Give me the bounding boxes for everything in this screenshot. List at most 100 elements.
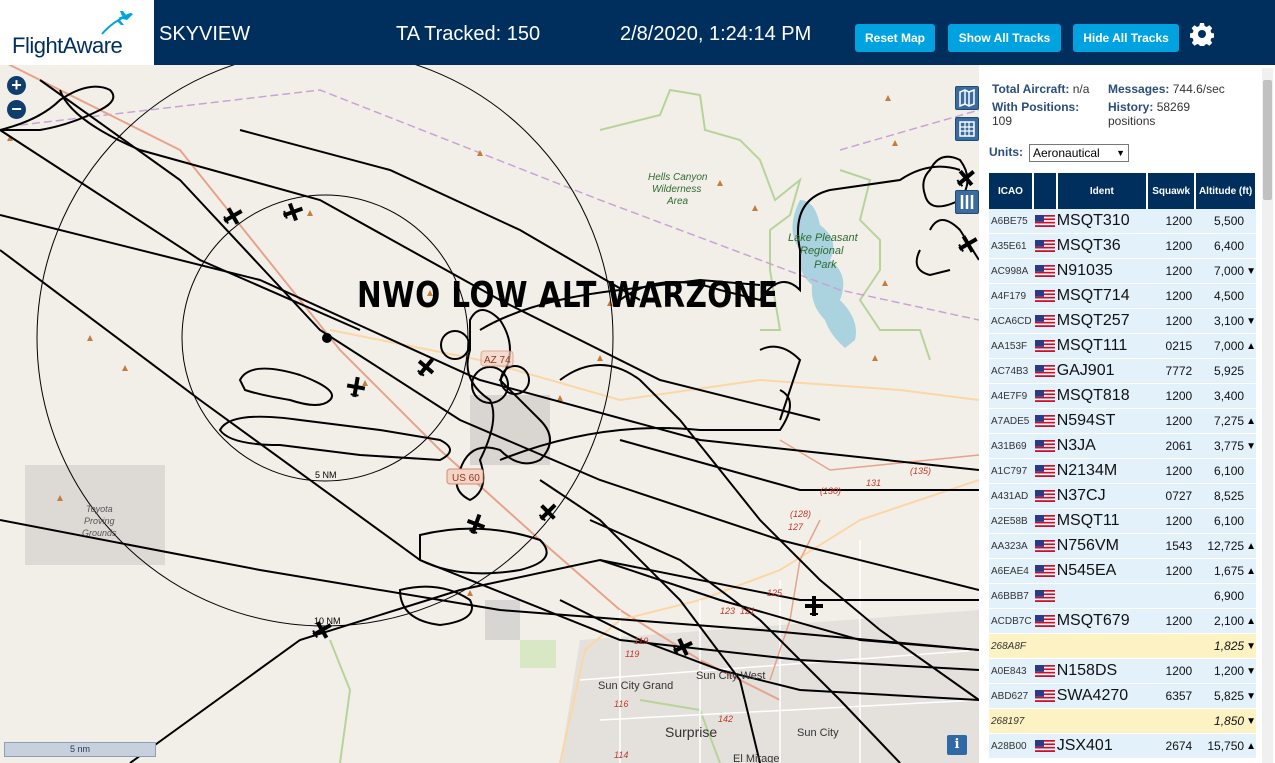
climb-indicator-icon: ▲ [1246,558,1256,584]
flag-cell [1032,458,1057,484]
squawk-cell: 0215 [1147,333,1196,359]
aircraft-row[interactable]: ACDB7C MSQT679 1200 2,100 ▲ [989,608,1256,634]
show-all-tracks-button[interactable]: Show All Tracks [948,24,1061,52]
icao-cell: ABD627 [989,683,1033,709]
app-name: SKYVIEW [159,23,251,45]
us-flag-icon [1034,739,1055,752]
climb-indicator-icon: ▼ [1246,708,1256,734]
hide-all-tracks-button[interactable]: Hide All Tracks [1073,24,1179,52]
map-view[interactable]: Hells Canyon Wilderness Area Lake Pleasa… [0,65,979,763]
climb-indicator-icon: ▲ [1246,333,1256,359]
climb-indicator-icon: ▼ [1246,683,1256,709]
aircraft-row[interactable]: A6EAE4 N545EA 1200 1,675 ▲ [989,558,1256,584]
icao-cell: AA153F [989,333,1033,359]
icao-cell: A4F179 [989,283,1033,309]
ident-cell: MSQT257 [1056,308,1148,334]
climb-indicator-icon: ▼ [1246,658,1256,684]
aircraft-row[interactable]: A4E7F9 MSQT818 1200 3,400 [989,383,1256,409]
flag-cell [1032,408,1057,434]
ident-cell: MSQT310 [1056,209,1148,234]
aircraft-row[interactable]: A35E61 MSQT36 1200 6,400 [989,233,1256,259]
ident-cell: MSQT111 [1056,333,1148,359]
icao-cell: A431AD [989,483,1033,509]
road-label: 127 [788,522,804,532]
squawk-cell: 1200 [1147,233,1196,259]
ident-cell: MSQT36 [1056,233,1148,259]
ident-cell: MSQT679 [1056,608,1148,634]
flag-cell [1032,733,1057,759]
aircraft-row[interactable]: A7ADE5 N594ST 1200 7,275 ▲ [989,408,1256,434]
aircraft-row[interactable]: AA323A N756VM 1543 12,725 ▲ [989,533,1256,559]
zoom-out-button[interactable]: − [7,100,26,119]
info-icon[interactable]: i [947,735,967,755]
aircraft-row[interactable]: 268A8F 1,825 ▼ [989,633,1256,659]
chevron-down-icon: ▼ [1116,148,1125,158]
aircraft-row[interactable]: A431AD N37CJ 0727 8,525 [989,483,1256,509]
history-label: History: [1108,100,1154,114]
aircraft-row[interactable]: AC998A N91035 1200 7,000 ▼ [989,258,1256,284]
icao-cell: AC74B3 [989,358,1033,384]
road-label: 123 [720,606,735,616]
total-aircraft: Total Aircraft: n/a [992,82,1089,96]
aircraft-row[interactable]: 268197 1,850 ▼ [989,708,1256,734]
squawk-cell: 1200 [1147,608,1196,634]
aircraft-row[interactable]: A28B00 JSX401 2674 15,750 ▲ [989,733,1256,759]
grid-icon[interactable] [955,117,979,141]
icao-cell: A4E7F9 [989,383,1033,409]
ident-cell: N91035 [1056,258,1148,284]
reset-map-button[interactable]: Reset Map [855,24,935,52]
aircraft-row[interactable]: A2E58B MSQT11 1200 6,100 [989,508,1256,534]
us-flag-icon [1034,289,1055,302]
current-datetime: 2/8/2020, 1:24:14 PM [620,23,812,45]
units-select[interactable]: Aeronautical ▼ [1029,144,1129,162]
altitude-cell: 6,400 [1195,233,1247,259]
ident-cell [1056,633,1148,659]
map-label-lake: Lake Pleasant [788,232,859,244]
aircraft-row[interactable]: A6BE75 MSQT310 1200 5,500 [989,209,1256,234]
ident-cell: GAJ901 [1056,358,1148,384]
squawk-cell: 1200 [1147,258,1196,284]
altitude-cell: 7,275 [1195,408,1247,434]
gear-icon[interactable] [1190,22,1214,46]
columns-icon[interactable] [955,190,979,214]
column-header-icao[interactable]: ICAO [989,173,1034,209]
aircraft-row[interactable]: A31B69 N3JA 2061 3,775 ▼ [989,433,1256,459]
aircraft-row[interactable]: A1C797 N2134M 1200 6,100 [989,458,1256,484]
column-header-altitude[interactable]: Altitude (ft) [1195,173,1257,209]
flag-cell [1032,433,1057,459]
altitude-cell: 1,200 [1195,658,1247,684]
us-flag-icon [1034,364,1055,377]
aircraft-row[interactable]: A0E843 N158DS 1200 1,200 ▼ [989,658,1256,684]
us-flag-icon [1034,339,1055,352]
aircraft-row[interactable]: ACA6CD MSQT257 1200 3,100 ▼ [989,308,1256,334]
map-canvas[interactable]: Hells Canyon Wilderness Area Lake Pleasa… [0,65,979,763]
squawk-cell: 1200 [1147,508,1196,534]
aircraft-row[interactable]: ABD627 SWA4270 6357 5,825 ▼ [989,683,1256,709]
altitude-cell: 5,500 [1195,209,1247,234]
flightaware-logo[interactable]: FlightAware [0,0,154,65]
zoom-in-button[interactable]: + [7,76,26,95]
us-flag-icon [1034,439,1055,452]
squawk-cell: 1200 [1147,383,1196,409]
icao-cell: A6EAE4 [989,558,1033,584]
aircraft-row[interactable]: A4F179 MSQT714 1200 4,500 [989,283,1256,309]
aircraft-row[interactable]: A6BBB7 6,900 [989,583,1256,609]
aircraft-row[interactable]: AA153F MSQT111 0215 7,000 ▲ [989,333,1256,359]
squawk-cell: 1200 [1147,283,1196,309]
icao-cell: A6BBB7 [989,583,1033,609]
flag-cell [1032,708,1057,734]
range-ring-label-5nm: 5 NM [315,470,337,480]
map-label-hells-canyon: Hells Canyon [648,172,708,183]
ident-cell: N3JA [1056,433,1148,459]
icao-cell: 268197 [989,708,1033,734]
panel-scrollbar-thumb[interactable] [1263,80,1272,200]
column-header-ident[interactable]: Ident [1056,173,1149,209]
climb-indicator-icon [1246,209,1256,234]
ident-cell: SWA4270 [1056,683,1148,709]
map-layers-icon[interactable] [955,86,979,110]
aircraft-row[interactable]: AC74B3 GAJ901 7772 5,925 [989,358,1256,384]
ident-cell: N2134M [1056,458,1148,484]
column-header-squawk[interactable]: Squawk [1147,173,1197,209]
column-header-flag[interactable] [1032,173,1058,209]
squawk-cell: 1200 [1147,408,1196,434]
